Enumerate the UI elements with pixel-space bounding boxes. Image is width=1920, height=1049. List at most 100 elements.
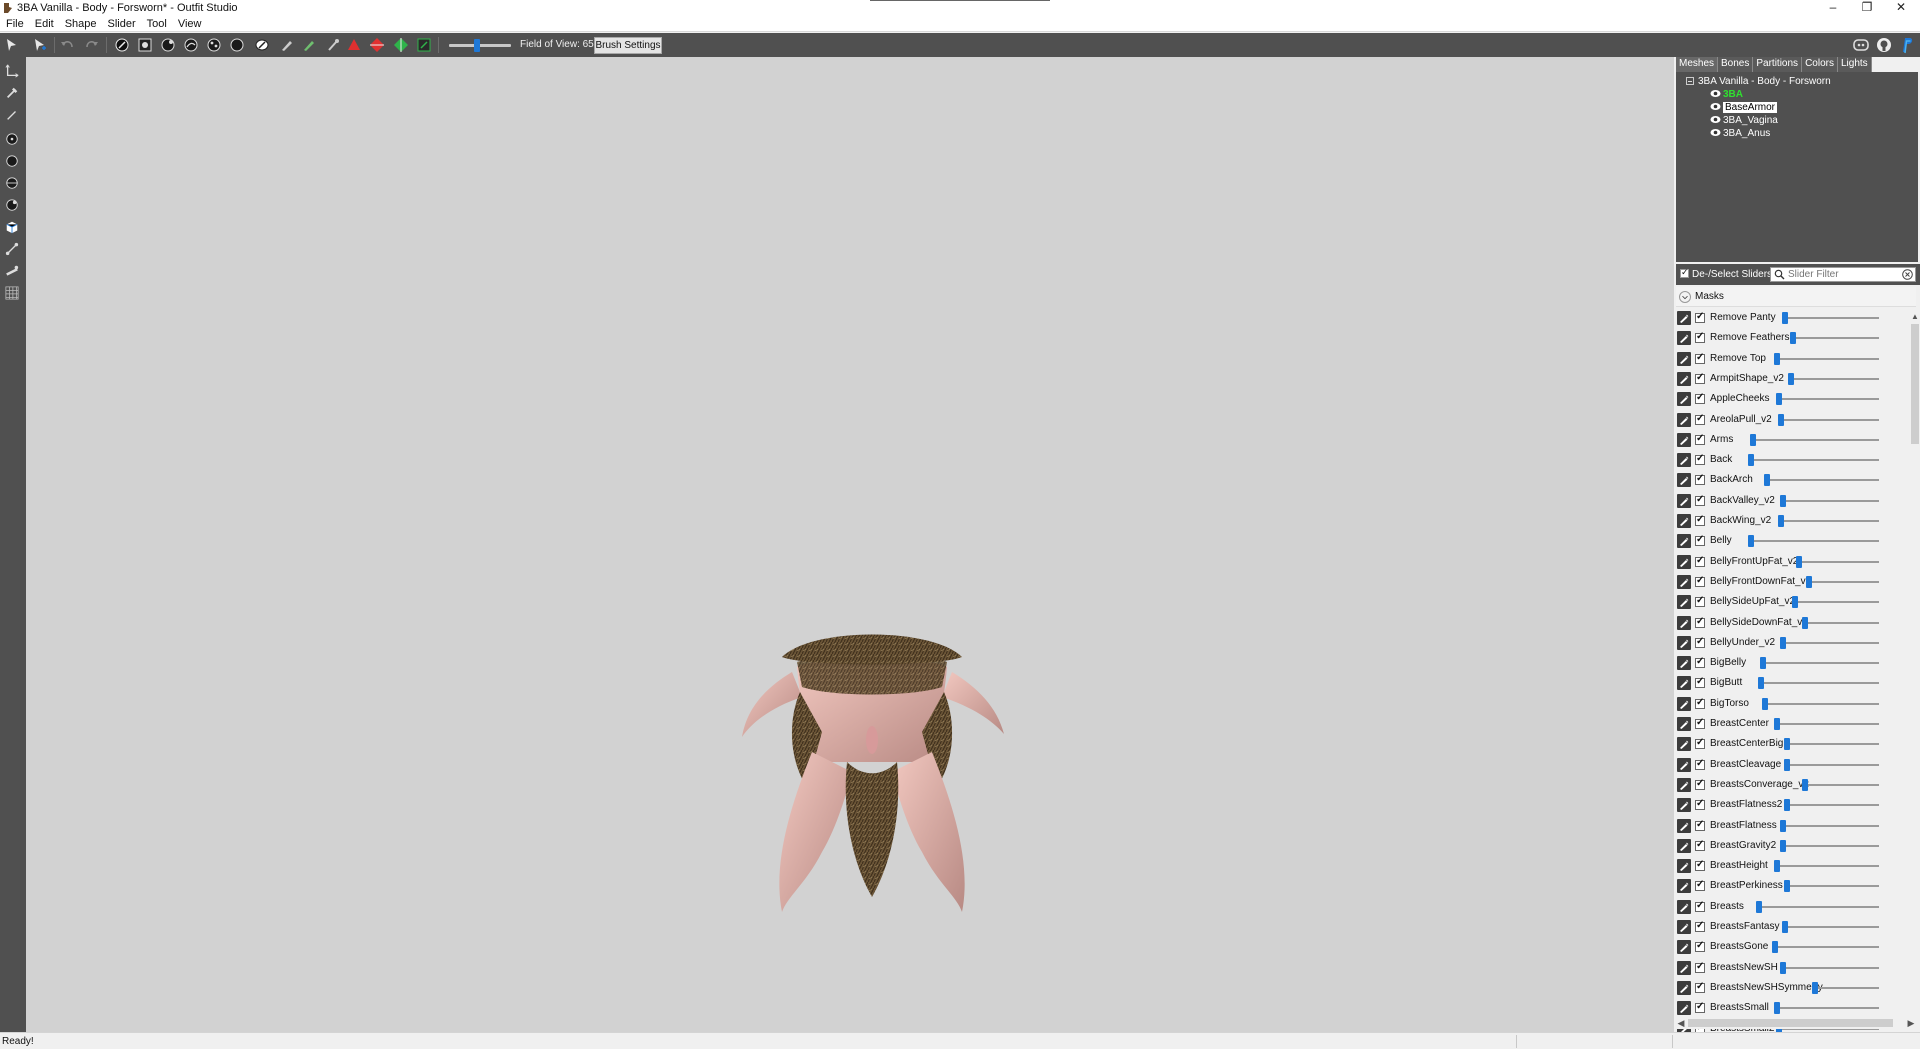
- slider-checkbox[interactable]: [1695, 778, 1705, 790]
- slider-track[interactable]: [1778, 520, 1879, 522]
- minimize-button[interactable]: –: [1816, 0, 1850, 16]
- collapse-vertex-icon[interactable]: [324, 36, 342, 54]
- slider-checkbox[interactable]: [1695, 433, 1705, 445]
- slider-thumb[interactable]: [1776, 393, 1782, 406]
- menu-view[interactable]: View: [172, 16, 207, 30]
- scroll-right-icon[interactable]: ▶: [1906, 1017, 1916, 1029]
- slider-thumb[interactable]: [1802, 778, 1808, 791]
- slider-checkbox[interactable]: [1695, 981, 1705, 993]
- weight-brush-icon[interactable]: [253, 36, 271, 54]
- slider-track[interactable]: [1796, 560, 1879, 563]
- slider-checkbox[interactable]: [1695, 859, 1705, 872]
- select-icon[interactable]: [3, 36, 21, 54]
- chevron-down-icon[interactable]: [1679, 291, 1691, 303]
- edit-slider-icon[interactable]: [1677, 331, 1691, 346]
- slider-checkbox[interactable]: [1695, 1001, 1705, 1014]
- slider-track[interactable]: [1782, 926, 1879, 928]
- tab-bones[interactable]: Bones: [1718, 57, 1754, 72]
- slider-thumb[interactable]: [1802, 616, 1808, 629]
- slider-checkbox[interactable]: [1695, 656, 1705, 669]
- edit-slider-icon[interactable]: [1677, 514, 1691, 528]
- slider-track[interactable]: [1784, 885, 1879, 888]
- slider-checkbox[interactable]: [1695, 392, 1705, 405]
- flip-edge-icon[interactable]: [345, 36, 363, 54]
- edit-slider-icon[interactable]: [1677, 493, 1691, 508]
- slider-checkbox[interactable]: [1695, 900, 1705, 912]
- grid-icon[interactable]: [4, 285, 20, 301]
- slider-track[interactable]: [1774, 357, 1879, 360]
- slider-thumb[interactable]: [1748, 535, 1754, 548]
- split-vertex-icon[interactable]: [392, 36, 410, 54]
- edit-slider-icon[interactable]: [1677, 676, 1691, 691]
- menu-shape[interactable]: Shape: [59, 16, 102, 30]
- scroll-thumb[interactable]: [1911, 324, 1919, 444]
- menu-tool[interactable]: Tool: [141, 16, 172, 30]
- edit-slider-icon[interactable]: [1677, 554, 1691, 569]
- edit-slider-icon[interactable]: [1677, 818, 1691, 833]
- edit-slider-icon[interactable]: [1677, 777, 1691, 792]
- slider-checkbox[interactable]: [1695, 636, 1705, 648]
- redo-icon[interactable]: [83, 36, 101, 54]
- edit-slider-icon[interactable]: [1677, 940, 1691, 955]
- edit-slider-icon[interactable]: [1677, 574, 1691, 589]
- slider-track[interactable]: [1758, 682, 1879, 685]
- slider-track[interactable]: [1750, 438, 1879, 441]
- tab-lights[interactable]: Lights: [1837, 57, 1872, 72]
- inflate-brush-icon[interactable]: [136, 36, 154, 54]
- slider-track[interactable]: [1780, 824, 1879, 827]
- slider-thumb[interactable]: [1778, 413, 1784, 426]
- edit-slider-icon[interactable]: [1677, 838, 1691, 853]
- slider-checkbox[interactable]: [1695, 473, 1705, 486]
- edit-slider-icon[interactable]: [1677, 595, 1691, 610]
- sphere-brush-icon[interactable]: [4, 153, 20, 169]
- slider-checkbox[interactable]: [1695, 616, 1705, 628]
- fov-slider-thumb[interactable]: [474, 39, 480, 52]
- vertex-select-icon[interactable]: [4, 107, 20, 123]
- slider-checkbox[interactable]: [1695, 798, 1705, 811]
- slider-thumb[interactable]: [1762, 697, 1768, 710]
- slider-track[interactable]: [1748, 459, 1879, 462]
- transform-tool-icon[interactable]: [4, 63, 20, 79]
- mask-brush-icon[interactable]: [113, 36, 131, 54]
- slider-checkbox[interactable]: [1695, 676, 1705, 689]
- slider-track[interactable]: [1778, 418, 1879, 421]
- mesh-item-3ba-anus[interactable]: 3BA_Anus: [1710, 127, 1770, 140]
- slider-checkbox[interactable]: [1695, 940, 1705, 953]
- slider-checkbox[interactable]: [1695, 595, 1705, 608]
- edit-slider-icon[interactable]: [1677, 432, 1691, 447]
- tab-colors[interactable]: Colors: [1802, 57, 1838, 72]
- undo-icon[interactable]: [58, 36, 76, 54]
- slider-checkbox[interactable]: [1695, 555, 1705, 567]
- smooth-brush-icon[interactable]: [205, 36, 223, 54]
- slider-thumb[interactable]: [1784, 799, 1790, 812]
- slider-thumb[interactable]: [1784, 738, 1790, 751]
- slider-filter[interactable]: [1770, 267, 1916, 282]
- scroll-up-icon[interactable]: ▲: [1910, 312, 1920, 322]
- slider-checkbox[interactable]: [1695, 961, 1705, 973]
- slider-checkbox[interactable]: [1695, 453, 1705, 466]
- pivot-tool-icon[interactable]: [4, 85, 20, 101]
- slider-thumb[interactable]: [1774, 860, 1780, 873]
- anchor-icon[interactable]: [415, 36, 433, 54]
- slider-thumb[interactable]: [1760, 657, 1766, 670]
- slider-thumb[interactable]: [1750, 433, 1756, 446]
- collapse-icon[interactable]: [1686, 77, 1694, 85]
- slider-thumb[interactable]: [1784, 758, 1790, 771]
- split-edge-icon[interactable]: [368, 36, 386, 54]
- slider-track[interactable]: [1774, 865, 1879, 868]
- slider-checkbox[interactable]: [1695, 737, 1705, 750]
- slider-track[interactable]: [1764, 479, 1879, 482]
- slider-track[interactable]: [1782, 317, 1879, 319]
- slider-thumb[interactable]: [1758, 677, 1764, 690]
- slider-track[interactable]: [1790, 337, 1879, 340]
- maximize-button[interactable]: ❐: [1850, 0, 1884, 16]
- slider-track[interactable]: [1806, 580, 1879, 583]
- slider-thumb[interactable]: [1780, 636, 1786, 649]
- tab-partitions[interactable]: Partitions: [1753, 57, 1803, 72]
- brush-settings-button[interactable]: Brush Settings: [594, 37, 662, 54]
- edit-slider-icon[interactable]: [1677, 615, 1691, 630]
- slider-track[interactable]: [1812, 986, 1879, 989]
- slider-thumb[interactable]: [1780, 961, 1786, 974]
- slider-checkbox[interactable]: [1695, 758, 1705, 770]
- edit-slider-icon[interactable]: [1677, 371, 1691, 386]
